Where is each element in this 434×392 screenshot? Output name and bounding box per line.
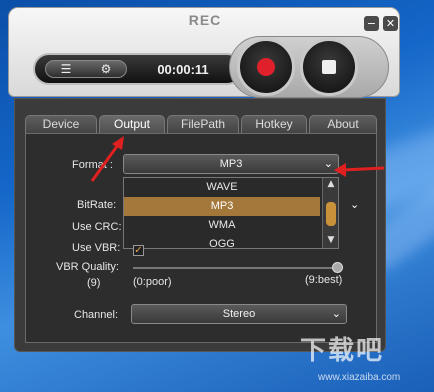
watermark-logo: 下载吧 bbox=[300, 335, 385, 365]
annotation-arrow-format bbox=[334, 163, 385, 177]
annotation-arrow-output-tab bbox=[90, 136, 124, 182]
watermark-url: www.xiazaiba.com bbox=[318, 372, 401, 383]
